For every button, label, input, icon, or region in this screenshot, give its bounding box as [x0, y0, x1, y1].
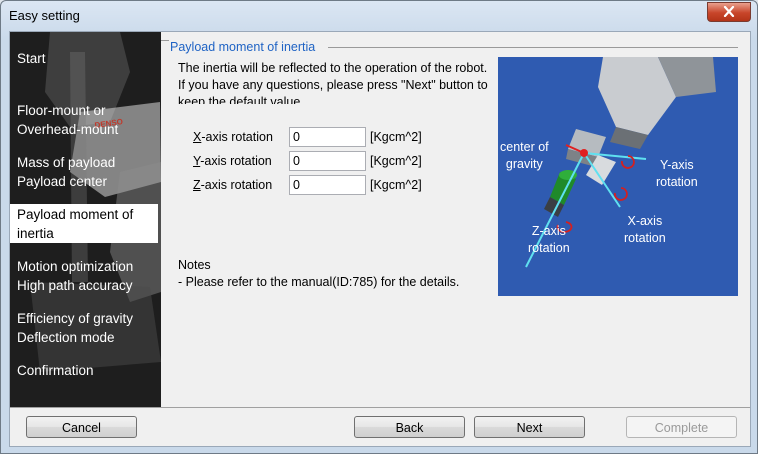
cancel-button[interactable]: Cancel — [26, 416, 137, 438]
close-icon — [723, 6, 735, 17]
wizard-step-sidebar: DENSO Start Floor-mount or Overhead-mount… — [10, 32, 161, 407]
sidebar-item-confirmation[interactable]: Confirmation — [17, 361, 158, 380]
sidebar-item-gravity-efficiency[interactable]: Efficiency of gravity Deflection mode — [17, 309, 158, 347]
content-panel: Payload moment of inertia The inertia wi… — [161, 32, 750, 407]
section-title: Payload moment of inertia — [170, 40, 316, 54]
center-of-gravity-label: center of gravity — [500, 140, 549, 171]
sidebar-item-moment-of-inertia[interactable]: Payload moment of inertia — [10, 204, 158, 243]
sidebar-item-mount[interactable]: Floor-mount or Overhead-mount — [17, 101, 158, 139]
y-axis-rotation-label: Y-axis rotation — [656, 158, 698, 189]
z-axis-label: Z-axis rotation — [193, 178, 273, 192]
y-axis-rotation-input[interactable] — [289, 151, 366, 171]
footer-divider — [10, 407, 750, 408]
x-axis-rotation-label: X-axis rotation — [624, 214, 666, 245]
x-axis-rotation-input[interactable] — [289, 127, 366, 147]
dialog-client: DENSO Start Floor-mount or Overhead-mount… — [9, 31, 751, 447]
back-button[interactable]: Back — [354, 416, 465, 438]
z-axis-unit: [Kgcm^2] — [370, 178, 422, 192]
section-description: The inertia will be reflected to the ope… — [178, 61, 488, 104]
sidebar-item-motion-optimization[interactable]: Motion optimization High path accuracy — [17, 257, 158, 295]
section-divider — [328, 47, 738, 48]
robot-flange-illustration — [525, 57, 716, 268]
z-axis-rotation-label: Z-axis rotation — [528, 224, 570, 255]
y-axis-unit: [Kgcm^2] — [370, 154, 422, 168]
easy-setting-window: Easy setting DENSO Start Floor-mount or O… — [0, 0, 758, 454]
sidebar-item-payload-mass[interactable]: Mass of payload Payload center — [17, 153, 158, 191]
notes-text: - Please refer to the manual(ID:785) for… — [178, 275, 460, 289]
y-axis-label: Y-axis rotation — [193, 154, 272, 168]
inertia-axis-diagram: center of gravity Y-axis rotation X-axis ro… — [498, 57, 738, 296]
notes-heading: Notes — [178, 258, 211, 272]
complete-button[interactable]: Complete — [626, 416, 737, 438]
window-title: Easy setting — [9, 8, 80, 23]
x-axis-label: X-axis rotation — [193, 130, 273, 144]
sidebar-item-start[interactable]: Start — [17, 49, 158, 68]
close-button[interactable] — [707, 2, 751, 22]
next-button[interactable]: Next — [474, 416, 585, 438]
z-axis-rotation-input[interactable] — [289, 175, 366, 195]
title-bar: Easy setting — [1, 1, 757, 31]
section-divider-left — [161, 40, 169, 49]
x-axis-unit: [Kgcm^2] — [370, 130, 422, 144]
